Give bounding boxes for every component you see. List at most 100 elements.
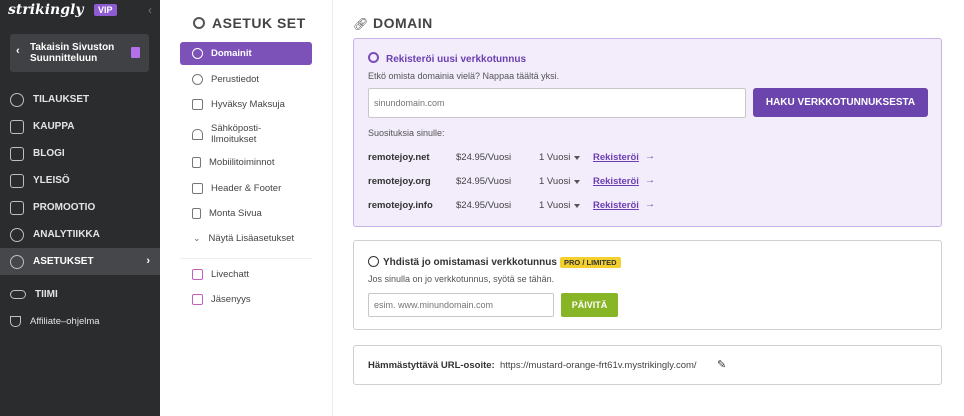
years-select[interactable]: 1 Vuosi — [539, 200, 570, 211]
nav-item-label: KAUPPA — [33, 121, 75, 132]
register-link[interactable]: Rekisteröi — [593, 176, 639, 187]
suggestions-label: Suosituksia sinulle: — [368, 128, 445, 138]
settings-title: ASETUK SET — [212, 15, 306, 31]
nav-item-label: ASETUKSET — [33, 256, 94, 267]
page-title: DOMAIN — [373, 15, 433, 31]
nav-item-kauppa[interactable]: KAUPPA — [0, 113, 160, 140]
settings-item-label: Mobiilitoiminnot — [209, 157, 275, 168]
settings-item-header-footer[interactable]: Header & Footer — [180, 183, 312, 194]
settings-item-mobiili[interactable]: Mobiilitoiminnot — [180, 157, 312, 168]
globe-icon — [368, 256, 379, 267]
link-icon: 🔗︎ — [353, 17, 369, 31]
register-link[interactable]: Rekisteröi — [593, 152, 639, 163]
nav-item-label: PROMOOTIO — [33, 202, 96, 213]
nav-item-label: BLOGI — [33, 148, 65, 159]
settings-item-label: Hyväksy Maksuja — [211, 99, 285, 110]
left-sidebar: strikingly VIP ‹ ‹ Takaisin Sivuston Suu… — [0, 0, 160, 416]
domain-panel: 🔗︎ DOMAIN Rekisteröi uusi verkkotunnus E… — [333, 0, 964, 416]
vip-badge: VIP — [94, 4, 117, 16]
url-value: https://mustard-orange-frt61v.mystriking… — [500, 360, 697, 371]
pro-limited-badge: PRO / LIMITED — [560, 257, 621, 268]
register-title: Rekisteröi uusi verkkotunnus — [386, 54, 527, 65]
register-subtitle: Etkö omista domainia vielä? Nappaa täält… — [368, 71, 560, 81]
nav-item-blogi[interactable]: BLOGI — [0, 140, 160, 167]
nav-item-tilaukset[interactable]: TILAUKSET — [0, 86, 160, 113]
update-button[interactable]: PÄIVITÄ — [561, 293, 618, 317]
nav-item-promootio[interactable]: PROMOOTIO — [0, 194, 160, 221]
arrow-right-icon[interactable]: → — [645, 175, 655, 186]
layout-icon — [192, 183, 203, 194]
settings-item-livechat[interactable]: Livechatt — [180, 269, 312, 280]
settings-item-maksut[interactable]: Hyväksy Maksuja — [180, 99, 312, 110]
caret-down-icon[interactable] — [574, 156, 580, 160]
settings-menu: ASETUK SET Domainit Perustiedot Hyväksy … — [160, 0, 333, 416]
suggestion-price: $24.95/Vuosi — [456, 200, 512, 211]
chart-pie-icon — [10, 227, 24, 242]
settings-item-perustiedot[interactable]: Perustiedot — [180, 74, 312, 85]
nav-item-label: YLEISÖ — [33, 175, 70, 186]
chevron-left-icon: ‹ — [16, 45, 20, 57]
chevron-right-icon: › — [146, 255, 150, 267]
suggestion-row: remotejoy.net $24.95/Vuosi 1 Vuosi Rekis… — [368, 151, 668, 168]
site-url-box: Hämmästyttävä URL-osoite: https://mustar… — [353, 345, 942, 385]
nav-item-analytiikka[interactable]: ANALYTIIKKA — [0, 221, 160, 248]
chat-icon — [192, 269, 203, 280]
years-select[interactable]: 1 Vuosi — [539, 176, 570, 187]
pen-icon — [10, 146, 24, 161]
caret-down-icon[interactable] — [574, 180, 580, 184]
settings-item-label: Sähköposti-Ilmoitukset — [211, 123, 262, 145]
nav-item-asetukset[interactable]: ASETUKSET › — [0, 248, 160, 275]
suggestion-price: $24.95/Vuosi — [456, 176, 512, 187]
info-icon — [192, 74, 203, 85]
suggestion-domain: remotejoy.org — [368, 176, 431, 187]
search-plus-icon — [368, 52, 379, 63]
settings-item-jasenyys[interactable]: Jäsenyys — [180, 294, 312, 305]
domain-search-button[interactable]: HAKU VERKKOTUNNUKSESTA — [753, 88, 928, 117]
settings-item-domainit[interactable]: Domainit — [180, 42, 312, 65]
connect-domain-box: Yhdistä jo omistamasi verkkotunnus PRO /… — [353, 240, 942, 330]
register-link[interactable]: Rekisteröi — [593, 200, 639, 211]
arrow-right-icon[interactable]: → — [645, 199, 655, 210]
connect-title: Yhdistä jo omistamasi verkkotunnus — [383, 257, 557, 268]
dollar-circle-icon — [10, 92, 24, 107]
suggestion-domain: remotejoy.info — [368, 200, 433, 211]
suggestion-domain: remotejoy.net — [368, 152, 430, 163]
nav-item-affiliate[interactable]: Affiliate–ohjelma — [0, 308, 160, 335]
settings-item-label: Monta Sivua — [209, 208, 262, 219]
globe-icon — [192, 48, 203, 59]
settings-item-label: Domainit — [211, 48, 252, 59]
suggestion-row: remotejoy.org $24.95/Vuosi 1 Vuosi Rekis… — [368, 175, 668, 192]
settings-item-lisaasetukset[interactable]: ⌄ Näytä Lisäasetukset — [180, 233, 312, 244]
nav-item-label: TIIMI — [35, 289, 58, 300]
megaphone-icon — [10, 200, 24, 215]
years-select[interactable]: 1 Vuosi — [539, 152, 570, 163]
pencil-icon[interactable]: ✎ — [717, 358, 726, 371]
settings-item-monta-sivua[interactable]: Monta Sivua — [180, 208, 312, 219]
custom-domain-input[interactable] — [368, 293, 554, 317]
chevron-left-icon[interactable]: ‹ — [148, 3, 152, 17]
chevron-down-icon: ⌄ — [193, 233, 201, 243]
gear-icon — [10, 254, 24, 269]
nav-item-yleiso[interactable]: YLEISÖ — [0, 167, 160, 194]
team-toggle-icon — [10, 290, 26, 299]
domain-search-input[interactable] — [368, 88, 746, 118]
member-icon — [192, 294, 203, 305]
settings-item-ilmoitukset[interactable]: Sähköposti-Ilmoitukset — [180, 123, 312, 145]
arrow-right-icon[interactable]: → — [645, 151, 655, 162]
credit-card-icon — [192, 99, 203, 110]
settings-item-label: Jäsenyys — [211, 294, 251, 305]
settings-item-label: Livechatt — [211, 269, 250, 280]
back-to-editor-button[interactable]: ‹ Takaisin Sivuston Suunnitteluun — [10, 34, 149, 72]
nav-item-label: ANALYTIIKKA — [33, 229, 100, 240]
settings-item-label: Näytä Lisäasetukset — [208, 233, 295, 244]
main-nav: TILAUKSET KAUPPA BLOGI YLEISÖ PROMOOTIO … — [0, 86, 160, 335]
strikingly-logo[interactable]: strikingly — [8, 2, 83, 18]
caret-down-icon[interactable] — [574, 204, 580, 208]
settings-item-label: Header & Footer — [211, 183, 282, 194]
connect-subtitle: Jos sinulla on jo verkkotunnus, syötä se… — [368, 274, 555, 284]
nav-item-tiimi[interactable]: TIIMI — [0, 281, 160, 308]
page-icon — [131, 47, 140, 58]
register-domain-box: Rekisteröi uusi verkkotunnus Etkö omista… — [353, 38, 942, 227]
suggestion-row: remotejoy.info $24.95/Vuosi 1 Vuosi Reki… — [368, 199, 668, 216]
suggestion-price: $24.95/Vuosi — [456, 152, 512, 163]
